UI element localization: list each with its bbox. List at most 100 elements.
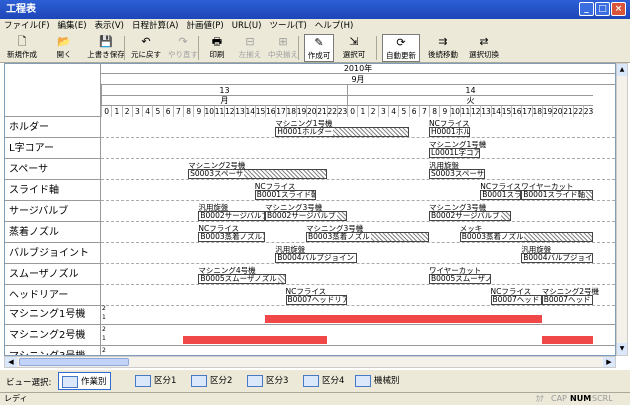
scroll-thumb[interactable]	[19, 358, 129, 366]
task-bar[interactable]: S0003スペーサ	[429, 169, 486, 179]
toolbar-button-label: 自動更新	[386, 51, 416, 60]
task-bar[interactable]: L0001L字コアー	[429, 148, 481, 158]
menu-schedule[interactable]: 日程計算(A)	[128, 19, 182, 33]
toolbar-button-0[interactable]: 🗋 新規作成	[2, 34, 42, 62]
hour-cell: 13	[234, 106, 245, 117]
menu-url[interactable]: URL(U)	[228, 19, 266, 33]
task-bar[interactable]: B0002サージバルブ	[429, 211, 511, 221]
select-switch-icon: ⇄	[479, 35, 489, 48]
view-icon	[247, 374, 263, 387]
toolbar-button-9[interactable]: ⇲ 選択可	[336, 34, 372, 62]
view-button-0[interactable]: 作業別	[58, 372, 111, 390]
hour-cell: 7	[172, 106, 183, 117]
task-bar[interactable]: H0001ホルダー	[429, 127, 470, 137]
task-bar-label: B0004バルブジョイント	[276, 254, 357, 262]
status-scrl: SCRL	[592, 394, 613, 403]
machine-load-bar	[423, 315, 542, 323]
window-title: 工程表	[6, 4, 36, 15]
close-icon[interactable]: ×	[611, 2, 626, 16]
task-bar-label: B0003蒸着ノズル	[307, 232, 371, 241]
toolbar-button-11[interactable]: ⇉ 後続移動	[424, 34, 462, 62]
day-header: 14	[347, 85, 593, 96]
hour-cell: 15	[254, 106, 266, 117]
hour-cell: 2	[367, 106, 378, 117]
menu-help[interactable]: ヘルプ(H)	[311, 19, 358, 33]
hour-cell: 23	[336, 106, 348, 117]
menu-bar: ファイル(F) 編集(E) 表示(V) 日程計算(A) 計画値(P) URL(U) ツール(…	[0, 19, 630, 33]
hour-cell: 12	[224, 106, 235, 117]
scroll-down-icon[interactable]: ▼	[617, 343, 627, 355]
redo-icon: ↷	[178, 35, 188, 48]
view-button-label: 機械別	[374, 376, 400, 386]
view-icon	[355, 374, 371, 387]
task-bar-label: B0007ヘッドリアー	[542, 296, 592, 304]
task-bar-label: B0003蒸着ノズル	[199, 232, 264, 241]
task-bar[interactable]: B0003蒸着ノズル	[306, 232, 429, 242]
gantt-chart[interactable]: 2010年 9月 13 月 14 火 0 1 2 3 4 5 6 7 8 9 10 11 12 13 14 15 16…	[4, 63, 616, 356]
hour-cell: 8	[183, 106, 193, 117]
toolbar-button-1[interactable]: 📂 開く	[46, 34, 82, 62]
successor-move-icon: ⇉	[438, 35, 448, 48]
task-bar[interactable]: H0001ホルダー	[275, 127, 409, 137]
hour-cell: 14	[244, 106, 256, 117]
new-file-icon: 🗋	[17, 35, 27, 48]
task-bar[interactable]: B0003蒸着ノズル	[459, 232, 593, 242]
task-bar[interactable]: B0003蒸着ノズル	[198, 232, 265, 242]
view-button-4[interactable]: 区分4	[300, 372, 347, 390]
align-left-icon: ⊟	[245, 35, 255, 48]
task-bar[interactable]: S0003スペーサ	[188, 169, 327, 179]
toolbar-button-5[interactable]: 🖶 印刷	[202, 34, 232, 62]
view-button-5[interactable]: 機械別	[352, 372, 403, 390]
task-bar[interactable]: B0004バルブジョイント	[521, 253, 593, 263]
toolbar-button-12[interactable]: ⇄ 選択切換	[464, 34, 504, 62]
toolbar-button-10[interactable]: ⟳ 自動更新	[382, 34, 420, 62]
task-bar-label: B0005スムーザノズル	[430, 275, 490, 283]
open-folder-icon: 📂	[57, 35, 71, 48]
view-icon	[303, 374, 319, 387]
toolbar-button-6: ⊟ 左揃え	[236, 34, 264, 62]
status-cap: CAP	[551, 394, 567, 403]
task-bar[interactable]: B0005スムーザノズル	[198, 274, 286, 284]
view-button-2[interactable]: 区分2	[188, 372, 235, 390]
machine-load-bar	[183, 336, 327, 344]
view-button-label: 区分3	[266, 376, 289, 386]
scroll-up-icon[interactable]: ▲	[617, 64, 627, 76]
minimize-icon[interactable]: _	[579, 2, 594, 16]
maximize-icon[interactable]: □	[595, 2, 610, 16]
task-bar[interactable]: B0001スライド軸	[254, 190, 317, 200]
menu-view[interactable]: 表示(V)	[91, 19, 128, 33]
toolbar-button-2[interactable]: 💾 上書き保存	[86, 34, 126, 62]
hour-cell: 4	[142, 106, 152, 117]
task-bar[interactable]: B0001スライド軸	[521, 190, 593, 200]
menu-edit[interactable]: 編集(E)	[54, 19, 91, 33]
menu-tools[interactable]: ツール(T)	[265, 19, 310, 33]
task-bar[interactable]: B0001スライド	[480, 190, 522, 200]
scroll-right-icon[interactable]: ▶	[603, 357, 615, 367]
hour-cell: 23	[582, 106, 594, 117]
toolbar-button-4: ↷ やり直す	[166, 34, 200, 62]
task-bar[interactable]: B0005スムーザノズル	[429, 274, 491, 284]
view-button-1[interactable]: 区分1	[132, 372, 179, 390]
view-icon	[62, 375, 78, 388]
toolbar-button-label: 中央揃え	[268, 50, 298, 59]
menu-file[interactable]: ファイル(F)	[0, 19, 54, 33]
hour-cell: 18	[285, 106, 297, 117]
task-bar[interactable]: B0002サージバルブ	[198, 211, 265, 221]
task-bar-label: B0002サージバルブ	[430, 211, 501, 220]
menu-plan[interactable]: 計画値(P)	[182, 19, 227, 33]
hour-cell: 0	[101, 106, 111, 117]
task-bar-label: B0001スライド	[481, 191, 521, 199]
task-bar[interactable]: B0002サージバルブ	[265, 211, 347, 221]
task-bar-label: H0001ホルダー	[430, 128, 469, 136]
machine-axis-tick: 2	[102, 326, 106, 333]
scroll-left-icon[interactable]: ◀	[5, 357, 17, 367]
machine-label: マシニング3号機	[5, 346, 101, 355]
vertical-scrollbar[interactable]: ▲ ▼	[616, 63, 628, 356]
toolbar-button-3[interactable]: ↶ 元に戻す	[128, 34, 164, 62]
toolbar-button-label: 選択可	[342, 50, 366, 59]
task-bar[interactable]: B0004バルブジョイント	[275, 253, 358, 263]
hour-cell: 12	[470, 106, 481, 117]
horizontal-scrollbar[interactable]: ◀ ▶	[4, 356, 616, 368]
toolbar-button-8[interactable]: ✎ 作成可	[304, 34, 334, 62]
view-button-3[interactable]: 区分3	[244, 372, 291, 390]
